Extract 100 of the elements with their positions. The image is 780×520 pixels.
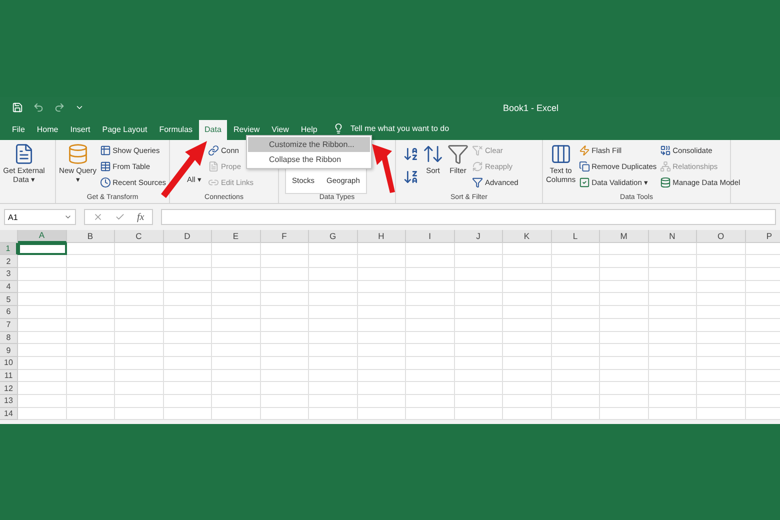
cell[interactable]	[115, 293, 164, 306]
cell[interactable]	[212, 268, 260, 281]
column-header[interactable]: N	[648, 230, 697, 243]
row-header[interactable]: 14	[0, 408, 18, 420]
cell[interactable]	[212, 242, 260, 256]
row-header[interactable]: 11	[0, 370, 18, 382]
row-header[interactable]: 7	[0, 318, 18, 332]
cell[interactable]	[552, 318, 600, 332]
cell[interactable]	[115, 382, 164, 395]
cell[interactable]	[552, 370, 600, 382]
cell[interactable]	[552, 242, 600, 256]
cell[interactable]	[600, 255, 648, 268]
cell[interactable]	[648, 332, 697, 344]
cell[interactable]	[212, 356, 260, 370]
cell[interactable]	[648, 280, 697, 294]
cell[interactable]	[164, 242, 212, 256]
cell[interactable]	[552, 268, 600, 281]
cell[interactable]	[648, 306, 697, 319]
row-header[interactable]: 9	[0, 344, 18, 357]
cell[interactable]	[454, 370, 503, 382]
cell[interactable]	[309, 293, 358, 306]
cell[interactable]	[309, 370, 358, 382]
cell[interactable]	[358, 293, 406, 306]
cell[interactable]	[600, 332, 648, 344]
cell[interactable]	[648, 356, 697, 370]
cell[interactable]	[406, 370, 454, 382]
cell[interactable]	[212, 332, 260, 344]
cell[interactable]	[746, 344, 780, 357]
cell[interactable]	[406, 408, 454, 420]
cell[interactable]	[454, 394, 503, 408]
row-header[interactable]: 12	[0, 382, 18, 395]
cell[interactable]	[18, 318, 66, 332]
cell[interactable]	[648, 394, 697, 408]
cell[interactable]	[552, 356, 600, 370]
cell[interactable]	[648, 293, 697, 306]
cell[interactable]	[18, 408, 66, 420]
cell[interactable]	[503, 356, 552, 370]
cell[interactable]	[697, 268, 746, 281]
column-header[interactable]: H	[358, 230, 406, 243]
cell[interactable]	[697, 280, 746, 294]
row-header[interactable]: 8	[0, 332, 18, 344]
cell[interactable]	[746, 382, 780, 395]
cell[interactable]	[115, 332, 164, 344]
formula-field[interactable]	[161, 209, 776, 225]
cell[interactable]	[212, 370, 260, 382]
cell[interactable]	[503, 408, 552, 420]
cell[interactable]	[115, 370, 164, 382]
cell[interactable]	[358, 268, 406, 281]
cell[interactable]	[260, 356, 309, 370]
cell[interactable]	[66, 255, 115, 268]
cell[interactable]	[600, 382, 648, 395]
cell[interactable]	[115, 344, 164, 357]
cell[interactable]	[260, 280, 309, 294]
cell[interactable]	[164, 394, 212, 408]
cell[interactable]	[454, 242, 503, 256]
cell[interactable]	[454, 318, 503, 332]
cell[interactable]	[697, 255, 746, 268]
cell[interactable]	[309, 318, 358, 332]
cell[interactable]	[260, 318, 309, 332]
cell[interactable]	[406, 280, 454, 294]
row-header[interactable]: 10	[0, 356, 18, 370]
cell[interactable]	[18, 255, 66, 268]
cell[interactable]	[503, 280, 552, 294]
cell[interactable]	[260, 306, 309, 319]
column-header[interactable]: E	[212, 230, 260, 243]
cell[interactable]	[648, 382, 697, 395]
cell[interactable]	[358, 255, 406, 268]
cell[interactable]	[600, 356, 648, 370]
cell[interactable]	[309, 306, 358, 319]
cell[interactable]	[66, 382, 115, 395]
cell[interactable]	[115, 408, 164, 420]
cell[interactable]	[164, 318, 212, 332]
cell[interactable]	[454, 408, 503, 420]
cell[interactable]	[260, 408, 309, 420]
cell[interactable]	[164, 280, 212, 294]
cell[interactable]	[115, 306, 164, 319]
ribbon-tab[interactable]: Insert	[64, 120, 96, 140]
cell[interactable]	[406, 344, 454, 357]
row-header[interactable]: 3	[0, 268, 18, 281]
cell[interactable]	[552, 408, 600, 420]
cell[interactable]	[648, 268, 697, 281]
cell[interactable]	[309, 268, 358, 281]
ribbon-tab[interactable]: Data	[198, 120, 228, 140]
cell[interactable]	[552, 280, 600, 294]
tell-me-field[interactable]: Tell me what you want to do	[350, 124, 450, 133]
cell[interactable]	[66, 344, 115, 357]
cell[interactable]	[212, 306, 260, 319]
cell[interactable]	[18, 242, 66, 256]
cell[interactable]	[552, 255, 600, 268]
cell[interactable]	[503, 370, 552, 382]
cell[interactable]	[406, 382, 454, 395]
cell[interactable]	[697, 242, 746, 256]
cell[interactable]	[66, 408, 115, 420]
cell[interactable]	[260, 382, 309, 395]
cell[interactable]	[260, 293, 309, 306]
caret-icon[interactable]	[75, 103, 84, 112]
cell[interactable]	[746, 306, 780, 319]
sort-descending-icon[interactable]	[403, 169, 419, 185]
cell[interactable]	[600, 394, 648, 408]
row-header[interactable]: 1	[0, 242, 18, 256]
